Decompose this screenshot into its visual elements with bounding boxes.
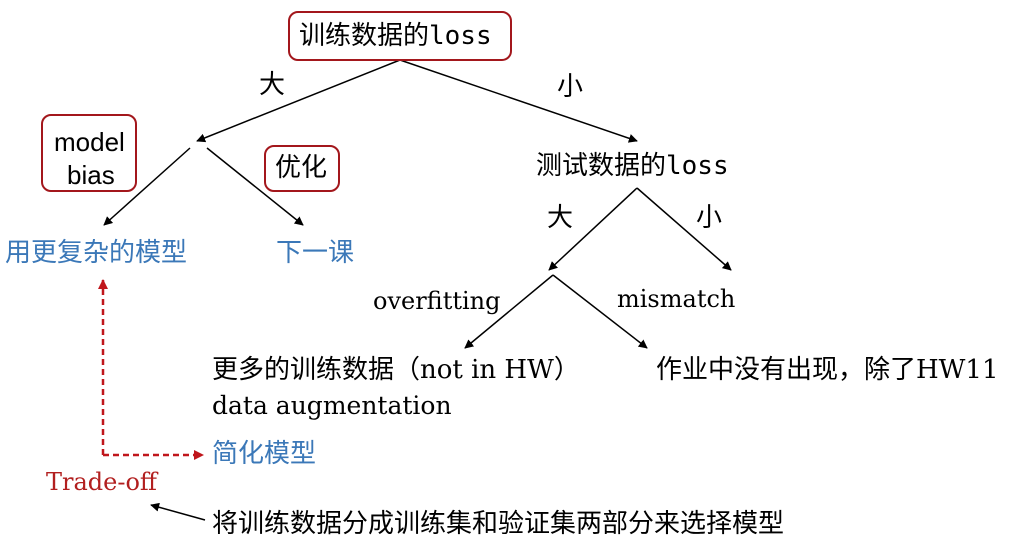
mismatch-label: mismatch (617, 285, 736, 313)
edge-root-left (196, 59, 401, 143)
root-edge-large: 大 (259, 70, 286, 100)
validation-note: 将训练数据分成训练集和验证集两部分来选择模型 (212, 509, 785, 539)
mismatch-note: 作业中没有出现，除了HW11 (656, 355, 999, 385)
root-edge-small: 小 (557, 72, 584, 102)
model-bias-line-2: bias (67, 160, 115, 190)
ml-loss-diagram: 训练数据的loss 大 小 model bias 优化 用更复杂的模型 下一课 … (0, 0, 1023, 548)
test-edge-large: 大 (547, 203, 574, 233)
simplify-model: 简化模型 (212, 439, 317, 469)
trade-off-label: Trade-off (46, 468, 157, 496)
overfitting-fix-line-1: 更多的训练数据（not in HW） (212, 355, 580, 385)
test-loss-node: 测试数据的loss (536, 151, 729, 181)
complex-model-fix: 用更复杂的模型 (5, 238, 188, 268)
overfitting-fix-line-2: data augmentation (212, 391, 452, 420)
overfitting-label: overfitting (373, 287, 501, 315)
model-bias-line-1: model (54, 127, 125, 157)
diagram-connectors (98, 59, 732, 521)
test-edge-small: 小 (696, 203, 723, 233)
next-lesson: 下一课 (276, 238, 355, 268)
edge-root-right (399, 59, 638, 143)
validation-note-arrow (150, 502, 206, 521)
optimization-label: 优化 (275, 153, 328, 183)
root-node: 训练数据的loss (299, 21, 492, 51)
